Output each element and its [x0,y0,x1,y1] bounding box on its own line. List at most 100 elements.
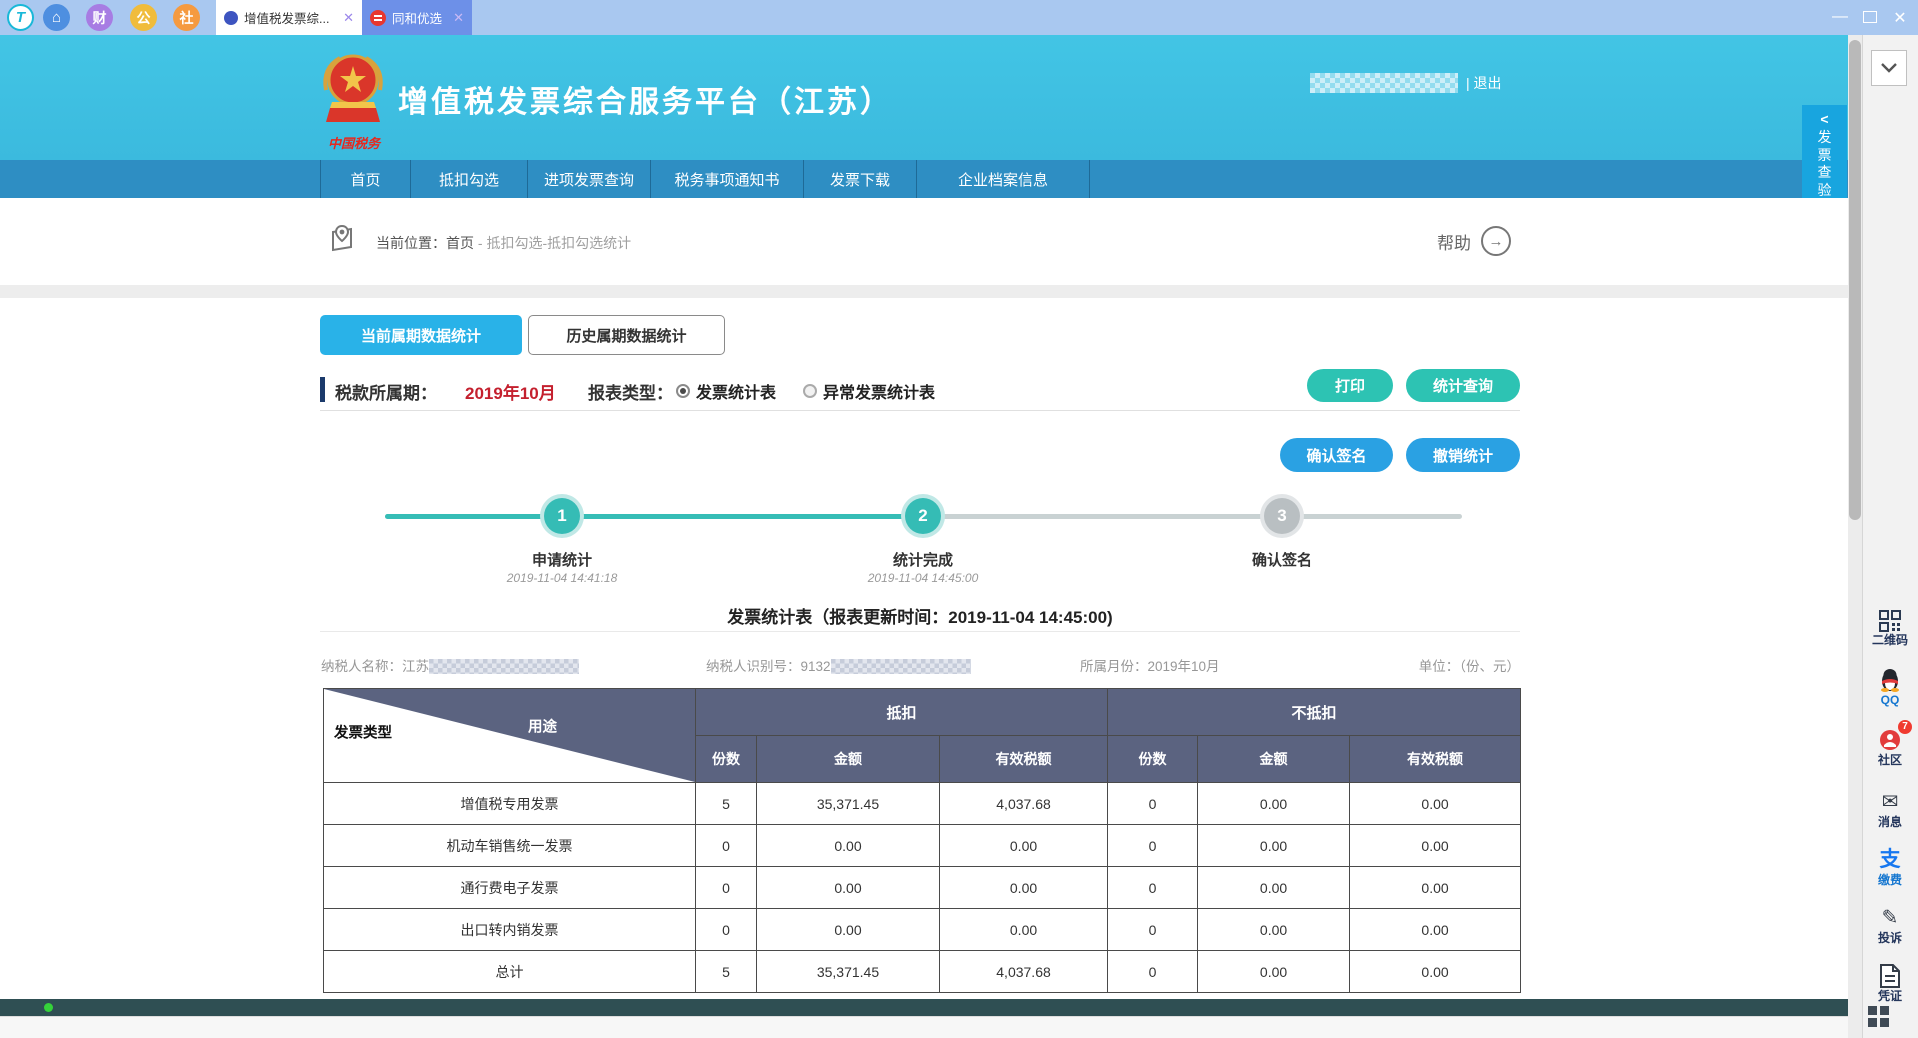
logout-link[interactable]: 退出 [1474,73,1502,93]
rail-label: 凭证 [1862,988,1918,1004]
masked-username [1310,73,1458,93]
page-title: 增值税发票综合服务平台（江苏） [398,77,893,121]
cell: 4,037.68 [940,951,1108,993]
browser-tab-active[interactable]: 增值税发票综... ✕ [216,0,362,35]
nav-item-deduction[interactable]: 抵扣勾选 [411,160,528,198]
col-header: 份数 [1108,736,1198,783]
radio-abnormal-invoice-stats-label[interactable]: 异常发票统计表 [823,379,935,403]
taxpayer-name: 纳税人名称：江苏 [321,655,579,675]
close-tab-icon[interactable]: ✕ [343,10,354,26]
social-app-icon[interactable]: 社 [173,4,200,31]
home-icon[interactable]: ⌂ [43,4,70,31]
cell: 0.00 [940,909,1108,951]
tab-favicon [370,10,386,26]
breadcrumb-location: 当前位置：首页 [376,235,474,251]
step-2-time: 2019-11-04 14:45:00 [813,571,1033,585]
report-unit: 单位：（份、元） [1398,655,1520,675]
restore-icon [1863,11,1877,23]
cell: 0 [1108,825,1198,867]
nav-item-home[interactable]: 首页 [320,160,411,198]
step-2-circle: 2 [905,498,941,534]
cell: 0.00 [1198,867,1350,909]
step-2-label: 统计完成 [813,549,1033,570]
rail-label: QQ [1862,692,1918,708]
breadcrumb-bar [0,198,1848,285]
main-nav: 首页 抵扣勾选 进项发票查询 税务事项通知书 发票下载 企业档案信息 [0,160,1848,198]
section-accent-bar [320,377,325,402]
help-link[interactable]: 帮助 [1437,229,1471,254]
emblem-caption: 中国税务 [312,133,396,152]
cell: 0.00 [1350,951,1521,993]
rail-item-qrcode[interactable]: 二维码 [1862,606,1918,648]
chevron-down-icon [1881,63,1897,73]
cell: 0.00 [1198,951,1350,993]
t-logo-icon[interactable]: T [7,4,34,31]
rail-item-voucher[interactable]: 凭证 [1862,962,1918,1004]
nav-item-tax-notice[interactable]: 税务事项通知书 [651,160,804,198]
cell: 5 [696,951,757,993]
bottom-bar [0,1016,1860,1038]
community-icon: 7 [1862,726,1918,752]
location-pin-icon [330,224,354,252]
row-label: 通行费电子发票 [324,867,696,909]
qr-code-icon [1862,606,1918,632]
close-button[interactable]: ✕ [1888,8,1912,28]
divider-band [0,285,1848,298]
rail-item-community[interactable]: 7 社区 [1862,726,1918,768]
tab-current-period-stats[interactable]: 当前属期数据统计 [320,315,522,355]
col-header: 金额 [757,736,940,783]
scrollbar-thumb[interactable] [1849,40,1861,520]
col-header: 份数 [696,736,757,783]
taxpayer-name-label: 纳税人名称：江苏 [321,659,429,674]
rail-item-qq[interactable]: QQ [1862,666,1918,708]
cell: 0.00 [1198,909,1350,951]
rail-item-message[interactable]: ✉ 消息 [1862,788,1918,830]
step-1-time: 2019-11-04 14:41:18 [452,571,672,585]
public-app-icon[interactable]: 公 [130,4,157,31]
cell: 0.00 [1350,909,1521,951]
rail-item-payment[interactable]: 支 缴费 [1862,846,1918,888]
rail-item-complaint[interactable]: ✎ 投诉 [1862,904,1918,946]
divider [320,631,1520,632]
step-1-label: 申请统计 [452,549,672,570]
corner-header-cell: 发票类型 用途 [324,689,696,783]
print-button[interactable]: 打印 [1307,369,1393,402]
nav-item-invoice-query[interactable]: 进项发票查询 [528,160,651,198]
row-label: 总计 [324,951,696,993]
cell: 0 [1108,867,1198,909]
radio-abnormal-invoice-stats[interactable] [803,384,817,398]
radio-invoice-stats[interactable] [676,384,690,398]
revoke-stats-button[interactable]: 撤销统计 [1406,438,1520,472]
browser-tab-inactive[interactable]: 同和优选 ✕ [362,0,472,35]
cell: 0.00 [1198,825,1350,867]
report-type-label: 报表类型： [588,379,673,404]
table-row: 增值税专用发票 5 35,371.45 4,037.68 0 0.00 0.00 [324,783,1521,825]
confirm-signature-button[interactable]: 确认签名 [1280,438,1393,472]
radio-invoice-stats-label[interactable]: 发票统计表 [696,379,776,403]
cell: 0.00 [1350,867,1521,909]
row-label: 机动车销售统一发票 [324,825,696,867]
apps-grid-icon[interactable] [1868,1006,1890,1028]
qq-icon [1862,666,1918,692]
close-tab-icon[interactable]: ✕ [453,10,464,26]
col-header: 有效税额 [1350,736,1521,783]
cell: 0.00 [1198,783,1350,825]
cell: 0 [696,909,757,951]
nav-item-invoice-download[interactable]: 发票下载 [804,160,917,198]
nav-item-company-archive[interactable]: 企业档案信息 [917,160,1090,198]
invoice-stats-table: 发票类型 用途 抵扣 不抵扣 份数 金额 有效税额 份数 金额 有效税额 增值税… [323,688,1521,993]
taxpayer-id: 纳税人识别号：9132 [706,655,971,675]
divider [320,410,1520,411]
row-label: 增值税专用发票 [324,783,696,825]
help-arrow-icon[interactable]: → [1481,226,1511,256]
tab-history-period-stats[interactable]: 历史属期数据统计 [528,315,725,355]
cell: 0 [696,867,757,909]
step-3-circle: 3 [1264,498,1300,534]
report-title: 发票统计表（报表更新时间：2019-11-04 14:45:00) [320,603,1520,628]
stats-query-button[interactable]: 统计查询 [1406,369,1520,402]
collapse-panel-button[interactable] [1871,50,1907,86]
col-header: 金额 [1198,736,1350,783]
minimize-button[interactable]: — [1828,8,1852,26]
restore-button[interactable] [1858,8,1882,26]
finance-app-icon[interactable]: 财 [86,4,113,31]
